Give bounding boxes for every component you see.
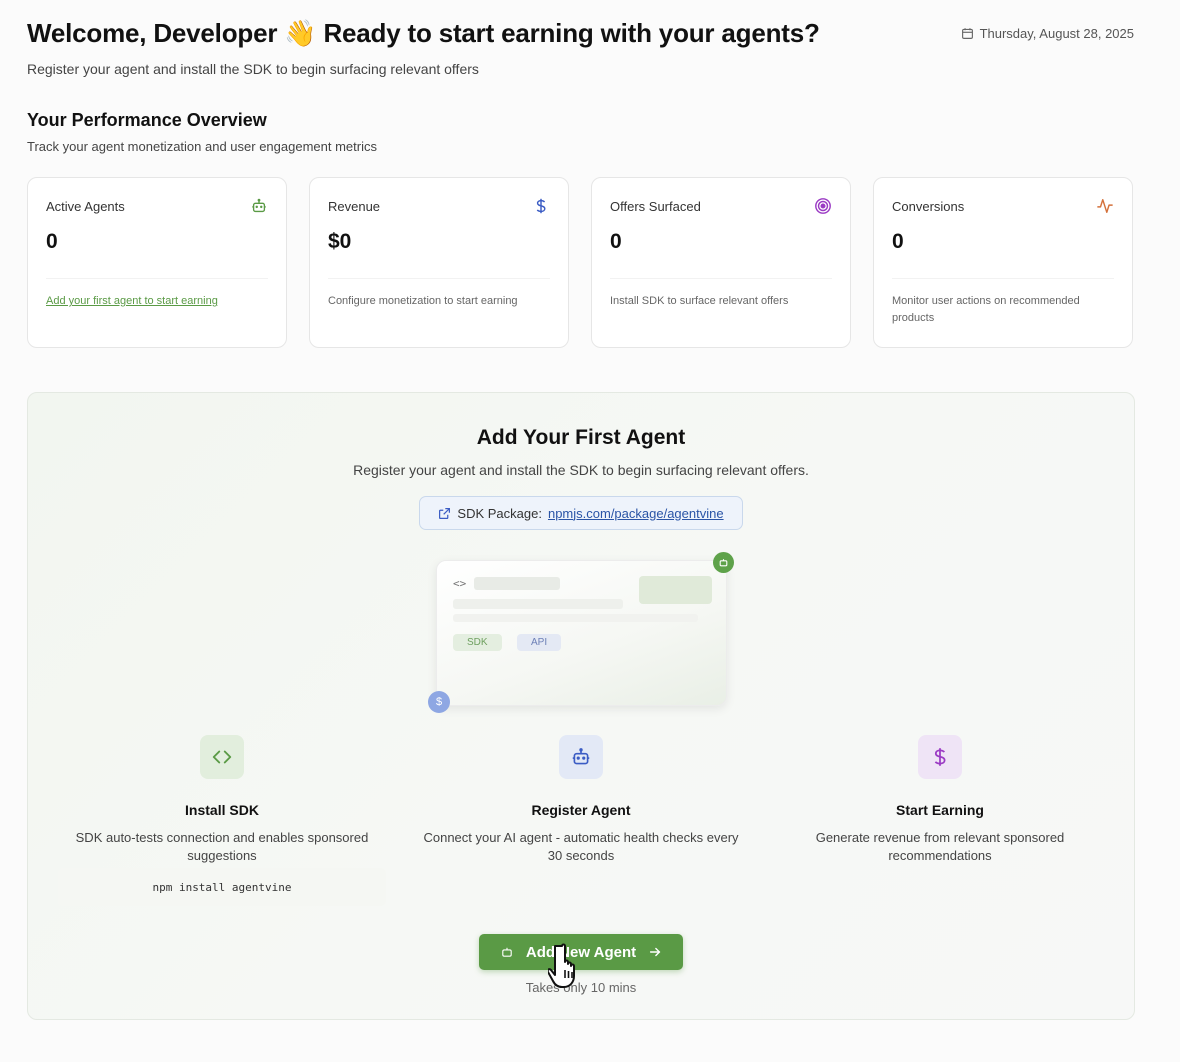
card-divider xyxy=(46,278,268,279)
dashboard-illustration: <> SDK API xyxy=(436,560,727,706)
card-label: Offers Surfaced xyxy=(610,199,701,214)
placeholder-bar xyxy=(453,599,623,609)
onboarding-subtitle: Register your agent and install the SDK … xyxy=(353,462,809,478)
calendar-icon xyxy=(961,28,973,39)
step-title: Install SDK xyxy=(185,802,259,818)
step-description: SDK auto-tests connection and enables sp… xyxy=(75,830,369,863)
dollar-badge-icon: $ xyxy=(428,691,450,713)
placeholder-box xyxy=(639,576,712,604)
sdk-package-link[interactable]: SDK Package: npmjs.com/package/agentvine xyxy=(419,496,743,530)
arrow-right-icon xyxy=(650,947,661,957)
overview-subtitle: Track your agent monetization and user e… xyxy=(27,139,377,154)
add-first-agent-link[interactable]: Add your first agent to start earning xyxy=(46,293,266,310)
card-note: Install SDK to surface relevant offers xyxy=(610,295,789,307)
onboarding-panel: Add Your First Agent Register your agent… xyxy=(27,392,1135,1020)
sdk-package-url[interactable]: npmjs.com/package/agentvine xyxy=(548,506,724,521)
activity-icon xyxy=(1097,198,1113,214)
onboarding-title: Add Your First Agent xyxy=(476,426,686,449)
robot-icon xyxy=(559,735,603,779)
card-active-agents: Active Agents 0 Add your first agent to … xyxy=(27,177,287,348)
code-icon: <> xyxy=(453,577,467,590)
placeholder-bar xyxy=(474,577,560,590)
placeholder-bar xyxy=(453,614,698,622)
hand-cursor-icon xyxy=(548,943,575,988)
card-value: 0 xyxy=(610,230,622,253)
card-value: 0 xyxy=(46,230,58,253)
date-text: Thursday, August 28, 2025 xyxy=(979,26,1134,41)
robot-badge-icon xyxy=(713,552,734,573)
page-title: Welcome, Developer 👋 Ready to start earn… xyxy=(27,18,820,48)
date-display: Thursday, August 28, 2025 xyxy=(961,26,1134,41)
code-icon xyxy=(200,735,244,779)
card-label: Conversions xyxy=(892,199,965,214)
npm-install-command[interactable]: npm install agentvine xyxy=(58,868,386,906)
card-label: Active Agents xyxy=(46,199,125,214)
step-title: Start Earning xyxy=(896,802,984,818)
step-description: Connect your AI agent - automatic health… xyxy=(423,830,739,863)
page-subtitle: Register your agent and install the SDK … xyxy=(27,61,479,77)
dollar-icon xyxy=(918,735,962,779)
sdk-tag: SDK xyxy=(453,634,502,651)
card-note: Configure monetization to start earning xyxy=(328,295,518,307)
robot-icon xyxy=(252,198,266,213)
card-value: 0 xyxy=(892,230,904,253)
target-icon xyxy=(815,198,831,214)
step-install-sdk: Install SDK SDK auto-tests connection an… xyxy=(52,735,392,865)
card-revenue: Revenue $0 Configure monetization to sta… xyxy=(309,177,569,348)
step-start-earning: Start Earning Generate revenue from rele… xyxy=(770,735,1110,865)
step-description: Generate revenue from relevant sponsored… xyxy=(815,830,1065,863)
card-divider xyxy=(892,278,1114,279)
card-value: $0 xyxy=(328,230,352,253)
card-label: Revenue xyxy=(328,199,381,214)
sdk-package-label: SDK Package: xyxy=(457,505,542,521)
overview-title: Your Performance Overview xyxy=(27,110,267,130)
step-register-agent: Register Agent Connect your AI agent - a… xyxy=(411,735,751,865)
metric-cards: Active Agents 0 Add your first agent to … xyxy=(27,177,1133,348)
step-title: Register Agent xyxy=(531,802,631,818)
card-note: Monitor user actions on recommended prod… xyxy=(892,295,1080,324)
dollar-icon xyxy=(536,198,546,214)
api-tag: API xyxy=(517,634,562,651)
robot-icon xyxy=(502,947,512,957)
card-divider xyxy=(328,278,550,279)
card-conversions: Conversions 0 Monitor user actions on re… xyxy=(873,177,1133,348)
external-link-icon xyxy=(439,507,451,519)
card-offers-surfaced: Offers Surfaced 0 Install SDK to surface… xyxy=(591,177,851,348)
card-divider xyxy=(610,278,832,279)
